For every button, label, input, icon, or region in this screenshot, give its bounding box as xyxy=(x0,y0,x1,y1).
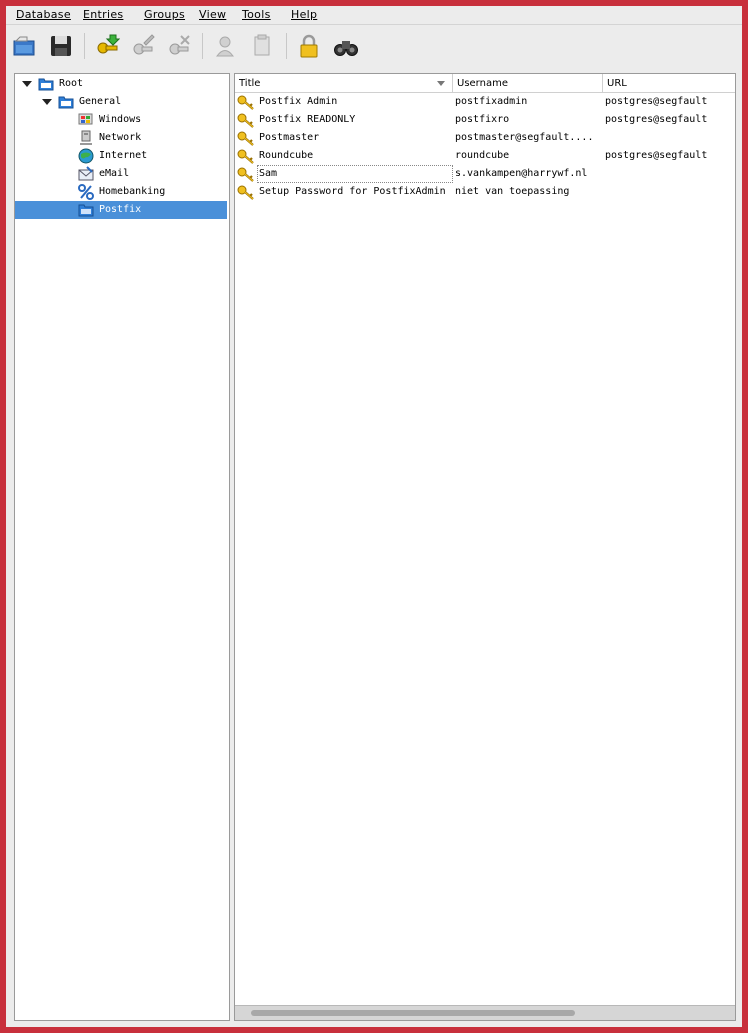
column-header-username[interactable]: Username xyxy=(453,74,603,92)
email-icon xyxy=(78,166,94,182)
tree-node-general[interactable]: General xyxy=(15,93,227,111)
cell-username: roundcube xyxy=(455,150,510,161)
key-icon xyxy=(237,130,255,146)
cell-title: Postfix Admin xyxy=(259,96,338,107)
copy-password-icon xyxy=(254,34,270,56)
add-entry-button[interactable] xyxy=(94,33,121,59)
entry-list: Title Username URL Postfix Admin postfix… xyxy=(234,73,736,1021)
lock-workspace-icon xyxy=(300,34,318,58)
folder-icon xyxy=(58,94,74,110)
cell-title: Roundcube xyxy=(259,150,314,161)
menu-groups[interactable]: Groups xyxy=(144,8,185,21)
cell-title: Postfix READONLY xyxy=(259,114,356,125)
cell-username: s.vankampen@harrywf.nl xyxy=(455,168,588,179)
cell-url: postgres@segfault xyxy=(605,114,708,125)
tree-node-internet[interactable]: Internet xyxy=(15,147,227,165)
toolbar-separator xyxy=(286,33,287,59)
add-entry-icon xyxy=(97,34,121,54)
edit-entry-button[interactable] xyxy=(130,33,156,59)
table-row[interactable]: Postfix Admin postfixadmin postgres@segf… xyxy=(235,93,735,111)
column-header-url[interactable]: URL xyxy=(603,74,735,92)
tree-node-email[interactable]: eMail xyxy=(15,165,227,183)
save-database-button[interactable] xyxy=(48,33,74,59)
key-icon xyxy=(237,184,255,200)
menubar: Database Entries Groups View Tools Help xyxy=(6,6,742,25)
key-icon xyxy=(237,94,255,110)
toolbar xyxy=(6,25,742,71)
cell-title: Sam xyxy=(259,168,278,179)
copy-username-icon xyxy=(216,36,234,57)
search-button[interactable] xyxy=(333,33,359,59)
column-header-title[interactable]: Title xyxy=(235,74,453,92)
key-icon xyxy=(237,112,255,128)
scrollbar-thumb[interactable] xyxy=(251,1010,575,1016)
copy-username-button[interactable] xyxy=(212,33,238,59)
table-row[interactable]: Setup Password for PostfixAdmin niet van… xyxy=(235,183,735,201)
tree-node-label: Homebanking xyxy=(99,186,166,197)
delete-entry-icon xyxy=(169,35,190,55)
cell-title: Setup Password for PostfixAdmin xyxy=(259,186,446,197)
cell-username: postfixro xyxy=(455,114,510,125)
table-row[interactable]: Postfix READONLY postfixro postgres@segf… xyxy=(235,111,735,129)
keepassx-window: Database Entries Groups View Tools Help xyxy=(6,6,742,1027)
folder-icon xyxy=(78,202,94,218)
open-database-icon xyxy=(13,36,35,56)
tree-node-network[interactable]: Network xyxy=(15,129,227,147)
cell-url: postgres@segfault xyxy=(605,96,708,107)
toolbar-separator xyxy=(202,33,203,59)
tree-node-label: Root xyxy=(59,78,84,89)
windows-icon xyxy=(78,112,94,128)
tree-node-label: Internet xyxy=(99,150,148,161)
percent-icon xyxy=(78,184,94,200)
tree-node-label: Network xyxy=(99,132,142,143)
key-icon xyxy=(237,166,255,182)
network-icon xyxy=(78,130,94,146)
tree-node-label: Windows xyxy=(99,114,142,125)
tree-node-label: General xyxy=(79,96,122,107)
table-header: Title Username URL xyxy=(235,74,735,93)
expand-arrow-icon[interactable] xyxy=(22,81,32,87)
folder-icon xyxy=(38,76,54,92)
menu-tools[interactable]: Tools xyxy=(242,8,271,21)
tree-node-label: Postfix xyxy=(99,204,142,215)
lock-workspace-button[interactable] xyxy=(296,33,322,59)
copy-password-button[interactable] xyxy=(249,33,275,59)
cell-username: postmaster@segfault.... xyxy=(455,132,594,143)
table-row[interactable]: Sam s.vankampen@harrywf.nl xyxy=(235,165,735,183)
tree-node-label: eMail xyxy=(99,168,130,179)
group-tree: Root General Windows Network Internet eM… xyxy=(14,73,230,1021)
menu-help[interactable]: Help xyxy=(291,8,317,21)
cell-url: postgres@segfault xyxy=(605,150,708,161)
menu-entries[interactable]: Entries xyxy=(83,8,123,21)
delete-entry-button[interactable] xyxy=(166,33,192,59)
expand-arrow-icon[interactable] xyxy=(42,99,52,105)
save-database-icon xyxy=(51,36,71,56)
tree-node-windows[interactable]: Windows xyxy=(15,111,227,129)
edit-entry-icon xyxy=(133,34,155,55)
focus-rectangle xyxy=(257,165,453,183)
tree-node-postfix[interactable]: Postfix xyxy=(15,201,227,219)
tree-node-root[interactable]: Root xyxy=(15,75,227,93)
search-icon xyxy=(334,41,358,56)
menu-view[interactable]: View xyxy=(199,8,226,21)
horizontal-scrollbar[interactable] xyxy=(235,1005,735,1020)
menu-database[interactable]: Database xyxy=(16,8,71,21)
cell-username: niet van toepassing xyxy=(455,186,570,197)
key-icon xyxy=(237,148,255,164)
open-database-button[interactable] xyxy=(11,33,37,59)
tree-node-homebanking[interactable]: Homebanking xyxy=(15,183,227,201)
table-row[interactable]: Postmaster postmaster@segfault.... xyxy=(235,129,735,147)
toolbar-separator xyxy=(84,33,85,59)
cell-username: postfixadmin xyxy=(455,96,528,107)
table-row[interactable]: Roundcube roundcube postgres@segfault xyxy=(235,147,735,165)
cell-title: Postmaster xyxy=(259,132,320,143)
internet-icon xyxy=(78,148,94,164)
sort-descending-icon xyxy=(437,81,445,86)
